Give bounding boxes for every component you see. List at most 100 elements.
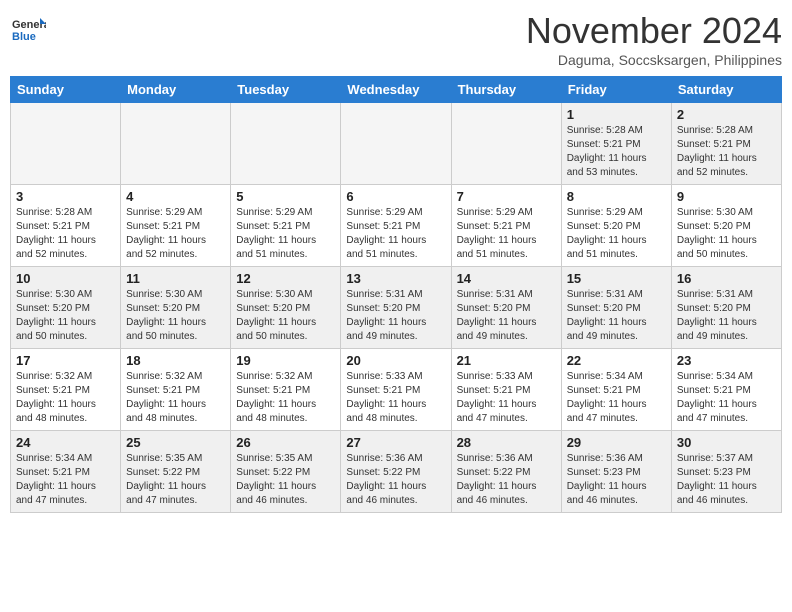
day-cell-content: Sunrise: 5:36 AMSunset: 5:22 PMDaylight:… [346, 452, 445, 508]
calendar-cell: 8 Sunrise: 5:29 AMSunset: 5:20 PMDaylight… [561, 185, 671, 267]
calendar-cell: 11 Sunrise: 5:30 AMSunset: 5:20 PMDayligh… [121, 267, 231, 349]
calendar-cell [341, 103, 451, 185]
logo: General Blue [10, 10, 46, 46]
day-number: 20 [346, 353, 445, 368]
day-number: 1 [567, 107, 666, 122]
day-number: 23 [677, 353, 776, 368]
weekday-header-friday: Friday [561, 77, 671, 103]
day-cell-content: Sunrise: 5:32 AMSunset: 5:21 PMDaylight:… [126, 370, 225, 426]
day-cell-content: Sunrise: 5:33 AMSunset: 5:21 PMDaylight:… [457, 370, 556, 426]
calendar-cell: 29 Sunrise: 5:36 AMSunset: 5:23 PMDayligh… [561, 431, 671, 513]
day-number: 15 [567, 271, 666, 286]
day-cell-content: Sunrise: 5:29 AMSunset: 5:21 PMDaylight:… [346, 206, 445, 262]
day-cell-content: Sunrise: 5:28 AMSunset: 5:21 PMDaylight:… [567, 124, 666, 180]
day-number: 16 [677, 271, 776, 286]
day-cell-content: Sunrise: 5:33 AMSunset: 5:21 PMDaylight:… [346, 370, 445, 426]
svg-text:Blue: Blue [12, 31, 36, 43]
day-cell-content: Sunrise: 5:32 AMSunset: 5:21 PMDaylight:… [16, 370, 115, 426]
calendar-cell [121, 103, 231, 185]
calendar-cell [231, 103, 341, 185]
day-cell-content: Sunrise: 5:31 AMSunset: 5:20 PMDaylight:… [567, 288, 666, 344]
day-number: 29 [567, 435, 666, 450]
weekday-header-sunday: Sunday [11, 77, 121, 103]
day-cell-content: Sunrise: 5:29 AMSunset: 5:21 PMDaylight:… [236, 206, 335, 262]
day-cell-content: Sunrise: 5:36 AMSunset: 5:23 PMDaylight:… [567, 452, 666, 508]
day-number: 19 [236, 353, 335, 368]
day-number: 3 [16, 189, 115, 204]
day-number: 11 [126, 271, 225, 286]
calendar-table: SundayMondayTuesdayWednesdayThursdayFrid… [10, 76, 782, 513]
day-cell-content: Sunrise: 5:31 AMSunset: 5:20 PMDaylight:… [677, 288, 776, 344]
day-number: 2 [677, 107, 776, 122]
calendar-cell: 1 Sunrise: 5:28 AMSunset: 5:21 PMDaylight… [561, 103, 671, 185]
day-number: 9 [677, 189, 776, 204]
calendar-cell: 5 Sunrise: 5:29 AMSunset: 5:21 PMDaylight… [231, 185, 341, 267]
day-cell-content: Sunrise: 5:34 AMSunset: 5:21 PMDaylight:… [567, 370, 666, 426]
day-number: 10 [16, 271, 115, 286]
calendar-cell: 26Sunrise: 5:35 AMSunset: 5:22 PMDayligh… [231, 431, 341, 513]
day-cell-content: Sunrise: 5:37 AMSunset: 5:23 PMDaylight:… [677, 452, 776, 508]
day-cell-content: Sunrise: 5:36 AMSunset: 5:22 PMDaylight:… [457, 452, 556, 508]
day-cell-content: Sunrise: 5:30 AMSunset: 5:20 PMDaylight:… [16, 288, 115, 344]
weekday-header-tuesday: Tuesday [231, 77, 341, 103]
day-number: 7 [457, 189, 556, 204]
calendar-week-row: 10 Sunrise: 5:30 AMSunset: 5:20 PMDayligh… [11, 267, 782, 349]
calendar-cell: 21Sunrise: 5:33 AMSunset: 5:21 PMDayligh… [451, 349, 561, 431]
day-number: 30 [677, 435, 776, 450]
day-number: 4 [126, 189, 225, 204]
calendar-cell: 15 Sunrise: 5:31 AMSunset: 5:20 PMDayligh… [561, 267, 671, 349]
calendar-cell: 25 Sunrise: 5:35 AMSunset: 5:22 PMDayligh… [121, 431, 231, 513]
day-number: 24 [16, 435, 115, 450]
day-cell-content: Sunrise: 5:34 AMSunset: 5:21 PMDaylight:… [16, 452, 115, 508]
calendar-week-row: 17 Sunrise: 5:32 AMSunset: 5:21 PMDayligh… [11, 349, 782, 431]
weekday-header-monday: Monday [121, 77, 231, 103]
logo-icon: General Blue [10, 10, 46, 46]
day-cell-content: Sunrise: 5:29 AMSunset: 5:21 PMDaylight:… [457, 206, 556, 262]
calendar-cell: 24 Sunrise: 5:34 AMSunset: 5:21 PMDayligh… [11, 431, 121, 513]
day-cell-content: Sunrise: 5:35 AMSunset: 5:22 PMDaylight:… [236, 452, 335, 508]
title-area: November 2024 Daguma, Soccsksargen, Phil… [526, 10, 782, 68]
location-subtitle: Daguma, Soccsksargen, Philippines [526, 52, 782, 68]
day-number: 22 [567, 353, 666, 368]
calendar-cell: 6Sunrise: 5:29 AMSunset: 5:21 PMDaylight… [341, 185, 451, 267]
calendar-week-row: 3Sunrise: 5:28 AMSunset: 5:21 PMDaylight… [11, 185, 782, 267]
weekday-header-wednesday: Wednesday [341, 77, 451, 103]
calendar-week-row: 24 Sunrise: 5:34 AMSunset: 5:21 PMDayligh… [11, 431, 782, 513]
calendar-cell: 23 Sunrise: 5:34 AMSunset: 5:21 PMDayligh… [671, 349, 781, 431]
calendar-week-row: 1 Sunrise: 5:28 AMSunset: 5:21 PMDaylight… [11, 103, 782, 185]
calendar-cell: 16 Sunrise: 5:31 AMSunset: 5:20 PMDayligh… [671, 267, 781, 349]
calendar-cell: 13 Sunrise: 5:31 AMSunset: 5:20 PMDayligh… [341, 267, 451, 349]
calendar-cell: 4Sunrise: 5:29 AMSunset: 5:21 PMDaylight… [121, 185, 231, 267]
day-cell-content: Sunrise: 5:28 AMSunset: 5:21 PMDaylight:… [677, 124, 776, 180]
calendar-cell: 30 Sunrise: 5:37 AMSunset: 5:23 PMDayligh… [671, 431, 781, 513]
day-cell-content: Sunrise: 5:30 AMSunset: 5:20 PMDaylight:… [126, 288, 225, 344]
day-cell-content: Sunrise: 5:29 AMSunset: 5:20 PMDaylight:… [567, 206, 666, 262]
calendar-cell: 7 Sunrise: 5:29 AMSunset: 5:21 PMDaylight… [451, 185, 561, 267]
day-cell-content: Sunrise: 5:31 AMSunset: 5:20 PMDaylight:… [346, 288, 445, 344]
calendar-cell: 17 Sunrise: 5:32 AMSunset: 5:21 PMDayligh… [11, 349, 121, 431]
day-cell-content: Sunrise: 5:32 AMSunset: 5:21 PMDaylight:… [236, 370, 335, 426]
day-cell-content: Sunrise: 5:35 AMSunset: 5:22 PMDaylight:… [126, 452, 225, 508]
day-number: 17 [16, 353, 115, 368]
day-number: 8 [567, 189, 666, 204]
day-number: 25 [126, 435, 225, 450]
weekday-header-row: SundayMondayTuesdayWednesdayThursdayFrid… [11, 77, 782, 103]
weekday-header-saturday: Saturday [671, 77, 781, 103]
calendar-cell: 14Sunrise: 5:31 AMSunset: 5:20 PMDayligh… [451, 267, 561, 349]
day-number: 13 [346, 271, 445, 286]
calendar-cell: 28Sunrise: 5:36 AMSunset: 5:22 PMDayligh… [451, 431, 561, 513]
calendar-cell: 20 Sunrise: 5:33 AMSunset: 5:21 PMDayligh… [341, 349, 451, 431]
calendar-cell: 3Sunrise: 5:28 AMSunset: 5:21 PMDaylight… [11, 185, 121, 267]
calendar-cell [451, 103, 561, 185]
day-number: 5 [236, 189, 335, 204]
calendar-cell [11, 103, 121, 185]
calendar-cell: 12Sunrise: 5:30 AMSunset: 5:20 PMDayligh… [231, 267, 341, 349]
day-cell-content: Sunrise: 5:31 AMSunset: 5:20 PMDaylight:… [457, 288, 556, 344]
day-cell-content: Sunrise: 5:34 AMSunset: 5:21 PMDaylight:… [677, 370, 776, 426]
weekday-header-thursday: Thursday [451, 77, 561, 103]
calendar-cell: 10 Sunrise: 5:30 AMSunset: 5:20 PMDayligh… [11, 267, 121, 349]
calendar-cell: 18Sunrise: 5:32 AMSunset: 5:21 PMDayligh… [121, 349, 231, 431]
day-cell-content: Sunrise: 5:30 AMSunset: 5:20 PMDaylight:… [677, 206, 776, 262]
calendar-cell: 9 Sunrise: 5:30 AMSunset: 5:20 PMDaylight… [671, 185, 781, 267]
calendar-cell: 22 Sunrise: 5:34 AMSunset: 5:21 PMDayligh… [561, 349, 671, 431]
